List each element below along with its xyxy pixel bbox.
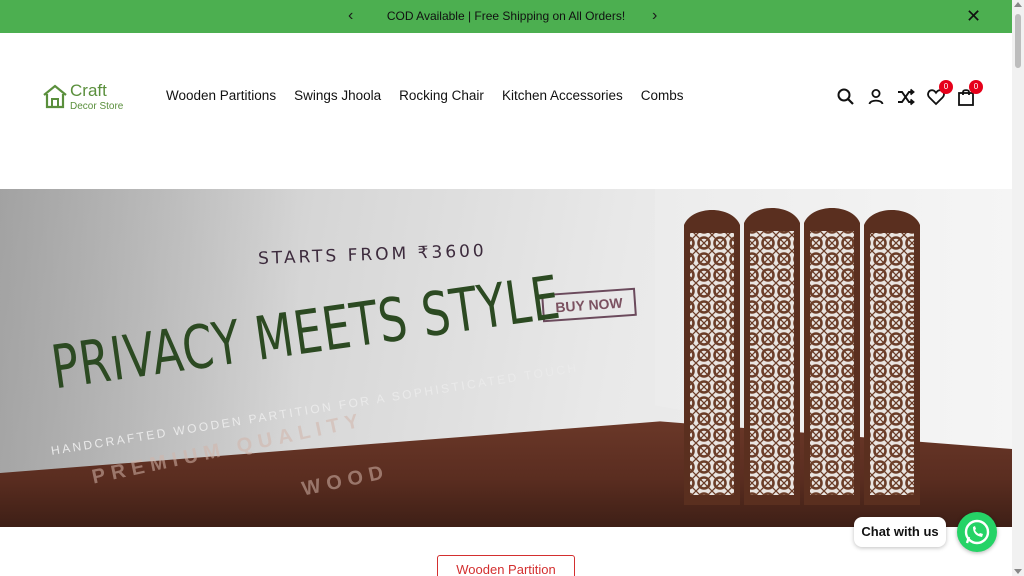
scroll-up-arrow-icon[interactable] — [1014, 2, 1022, 7]
site-logo[interactable]: Craft Decor Store — [42, 81, 142, 115]
user-icon[interactable] — [866, 87, 886, 107]
shuffle-icon[interactable] — [896, 87, 916, 107]
close-icon[interactable]: ✕ — [966, 6, 981, 26]
nav-item-swings-jhoola[interactable]: Swings Jhoola — [294, 88, 381, 103]
announcement-bar: ‹ COD Available | Free Shipping on All O… — [0, 0, 1012, 33]
bag-icon[interactable]: 0 — [956, 80, 983, 107]
house-logo-icon — [43, 84, 67, 109]
chat-with-us-label[interactable]: Chat with us — [854, 517, 946, 547]
nav-item-rocking-chair[interactable]: Rocking Chair — [399, 88, 484, 103]
wishlist-count-badge: 0 — [939, 80, 953, 94]
site-header: Craft Decor Store Wooden Partitions Swin… — [0, 33, 1012, 189]
whatsapp-icon[interactable] — [957, 512, 997, 552]
page-scrollbar[interactable] — [1012, 0, 1024, 576]
search-icon[interactable] — [836, 87, 856, 107]
main-nav: Wooden Partitions Swings Jhoola Rocking … — [166, 88, 702, 103]
nav-item-kitchen-accessories[interactable]: Kitchen Accessories — [502, 88, 623, 103]
announcement-message: COD Available | Free Shipping on All Ord… — [386, 9, 626, 23]
heart-icon[interactable]: 0 — [926, 80, 953, 107]
chevron-right-icon[interactable]: › — [652, 7, 657, 25]
header-icons: 0 0 — [836, 80, 986, 107]
logo-text-craft: Craft — [70, 81, 107, 100]
wooden-partition-image — [684, 208, 920, 505]
scroll-down-arrow-icon[interactable] — [1014, 569, 1022, 574]
logo-text-decor-store: Decor Store — [70, 101, 124, 112]
nav-item-wooden-partitions[interactable]: Wooden Partitions — [166, 88, 276, 103]
chevron-left-icon[interactable]: ‹ — [348, 7, 353, 25]
nav-item-combs[interactable]: Combs — [641, 88, 684, 103]
cart-count-badge: 0 — [969, 80, 983, 94]
wooden-partition-category-button[interactable]: Wooden Partition — [437, 555, 575, 576]
scrollbar-thumb[interactable] — [1015, 14, 1021, 68]
hero-banner[interactable]: STARTS FROM ₹3600 BUY NOW PRIVACY MEETS … — [0, 189, 1012, 527]
